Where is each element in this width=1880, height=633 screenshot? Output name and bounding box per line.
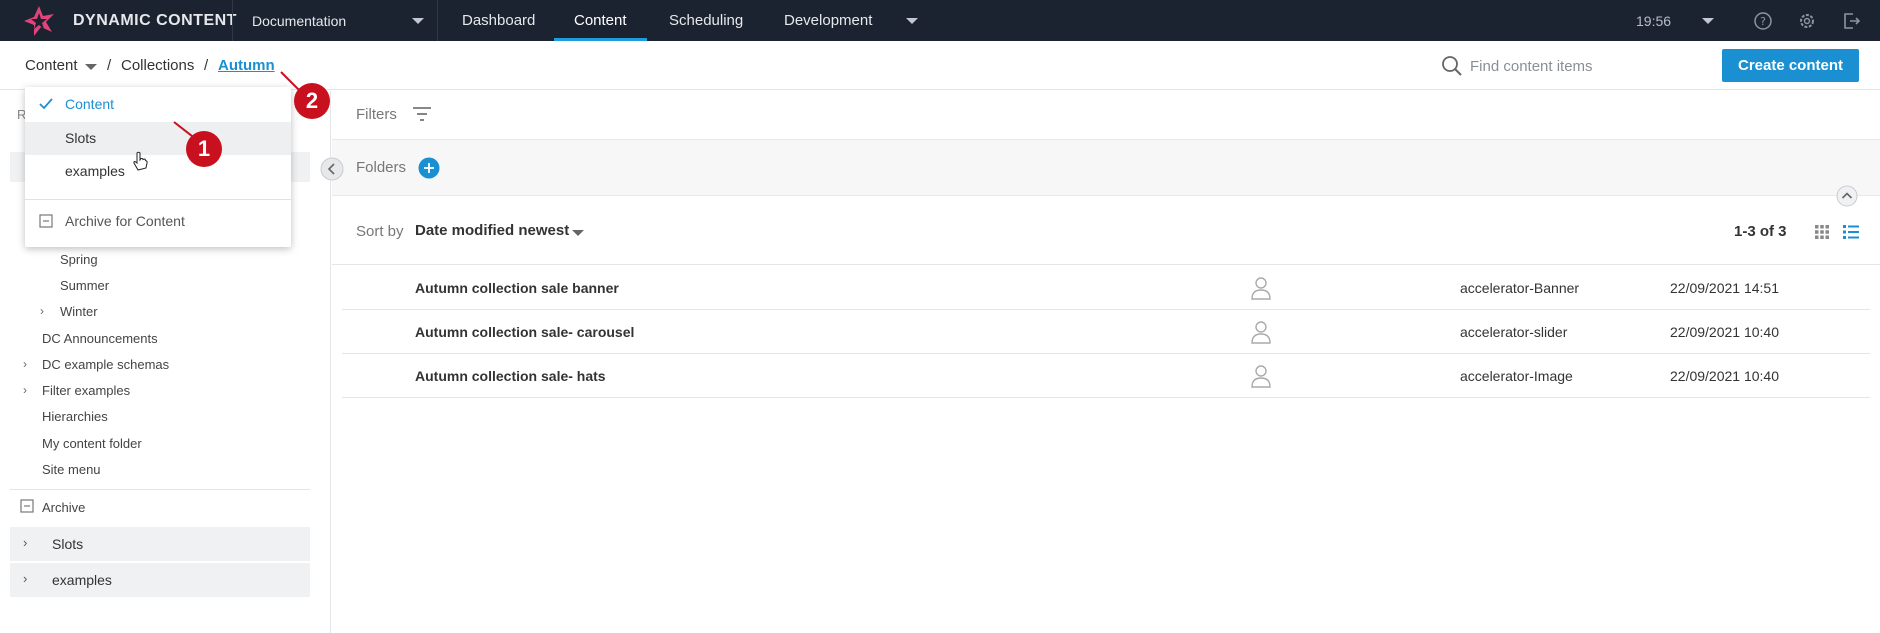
item-content-type: accelerator-slider: [1460, 324, 1568, 340]
nav-divider: [232, 0, 233, 41]
brand-name: DYNAMIC CONTENT: [73, 12, 237, 29]
nav-divider: [437, 0, 438, 41]
tab-development[interactable]: Development: [764, 0, 892, 41]
filters-label[interactable]: Filters: [356, 106, 397, 123]
chevron-right-icon: ›: [23, 571, 28, 586]
sidebar-item-archive[interactable]: Archive: [42, 500, 85, 515]
dynamic-content-logo-icon: [24, 6, 54, 36]
sort-by-label: Sort by: [356, 223, 404, 240]
user-avatar-icon: [1251, 321, 1271, 344]
tab-scheduling[interactable]: Scheduling: [649, 0, 763, 41]
collapse-sidebar-chevron-left-icon[interactable]: [320, 157, 344, 181]
chevron-right-icon[interactable]: ›: [23, 357, 27, 371]
sidebar-item-site-menu[interactable]: Site menu: [42, 462, 101, 477]
filter-bar: Filters: [332, 91, 1880, 139]
item-content-type: accelerator-Image: [1460, 368, 1573, 384]
settings-icon[interactable]: [1797, 11, 1817, 31]
breadcrumb-chevron-down-icon[interactable]: [85, 64, 97, 70]
folders-label: Folders: [356, 159, 407, 176]
top-nav-bar: DYNAMIC CONTENT Documentation Dashboard …: [0, 0, 1880, 41]
item-name[interactable]: Autumn collection sale- carousel: [415, 324, 634, 340]
sidebar-item-dc-example-schemas[interactable]: DC example schemas: [42, 357, 169, 372]
item-count: 1-3 of 3: [1734, 223, 1787, 240]
chevron-right-icon[interactable]: ›: [23, 383, 27, 397]
help-icon[interactable]: ?: [1753, 11, 1773, 31]
dropdown-item-examples[interactable]: examples: [25, 155, 291, 188]
create-content-button[interactable]: Create content: [1722, 49, 1859, 82]
sidebar-item-dc-announcements[interactable]: DC Announcements: [42, 331, 158, 346]
dropdown-item-content[interactable]: Content: [25, 88, 291, 121]
hand-cursor-icon: [133, 151, 148, 171]
sort-chevron-down-icon[interactable]: [572, 230, 584, 236]
annotation-marker-1: 1: [186, 131, 222, 167]
tab-dashboard[interactable]: Dashboard: [442, 0, 555, 41]
breadcrumb-separator: /: [204, 57, 209, 74]
folders-panel: Folders: [332, 139, 1880, 196]
dropdown-divider: [25, 199, 291, 200]
tab-content[interactable]: Content: [554, 0, 647, 41]
sidebar-item-spring[interactable]: Spring: [60, 252, 98, 267]
search-icon[interactable]: [1441, 55, 1463, 77]
archive-icon: [20, 499, 34, 513]
item-content-type: accelerator-Banner: [1460, 280, 1580, 296]
table-row[interactable]: Autumn collection sale- hats accelerator…: [342, 354, 1870, 398]
sidebar-item-summer[interactable]: Summer: [60, 278, 109, 293]
clock: 19:56: [1636, 13, 1672, 29]
sidebar-item-hierarchies[interactable]: Hierarchies: [42, 409, 108, 424]
chevron-right-icon[interactable]: ›: [40, 304, 44, 318]
item-name[interactable]: Autumn collection sale banner: [415, 280, 619, 296]
sort-bar: Sort by Date modified newest 1-3 of 3: [332, 197, 1880, 265]
grid-view-icon[interactable]: [1814, 224, 1830, 240]
add-folder-plus-icon[interactable]: [418, 157, 440, 179]
table-row[interactable]: Autumn collection sale- carousel acceler…: [342, 310, 1870, 354]
user-avatar-icon: [1251, 365, 1271, 388]
dropdown-item-archive[interactable]: Archive for Content: [25, 205, 291, 238]
item-name[interactable]: Autumn collection sale- hats: [415, 368, 606, 384]
hub-chevron-down-icon[interactable]: [412, 18, 424, 24]
logout-icon[interactable]: [1841, 11, 1861, 31]
sidebar-repository-examples[interactable]: › examples: [10, 563, 310, 597]
hub-selector-label[interactable]: Documentation: [252, 13, 346, 29]
table-row[interactable]: Autumn collection sale banner accelerato…: [342, 266, 1870, 310]
sidebar-item-winter[interactable]: Winter: [60, 304, 98, 319]
item-date-modified: 22/09/2021 14:51: [1670, 280, 1779, 296]
clock-chevron-down-icon[interactable]: [1702, 18, 1714, 24]
sidebar-repository-slots[interactable]: › Slots: [10, 527, 310, 561]
sidebar-repository-label: examples: [52, 572, 112, 588]
breadcrumb-root[interactable]: Content: [25, 57, 78, 74]
item-date-modified: 22/09/2021 10:40: [1670, 324, 1779, 340]
svg-text:?: ?: [1760, 15, 1766, 28]
dropdown-item-slots[interactable]: Slots: [25, 122, 291, 155]
sidebar-repository-label: Slots: [52, 536, 84, 552]
item-date-modified: 22/09/2021 10:40: [1670, 368, 1779, 384]
sidebar-divider: [10, 489, 310, 490]
sort-select[interactable]: Date modified newest: [415, 222, 569, 239]
breadcrumb-current[interactable]: Autumn: [218, 57, 275, 74]
breadcrumb-separator: /: [107, 57, 112, 74]
repository-dropdown: Content Slots examples Archive for Conte…: [25, 87, 291, 247]
annotation-marker-2: 2: [294, 83, 330, 119]
chevron-right-icon: ›: [23, 535, 28, 550]
list-view-icon[interactable]: [1842, 224, 1860, 240]
sidebar-item-filter-examples[interactable]: Filter examples: [42, 383, 130, 398]
development-chevron-down-icon[interactable]: [906, 18, 918, 24]
filter-icon[interactable]: [412, 106, 432, 122]
collapse-folders-chevron-up-icon[interactable]: [1836, 185, 1858, 207]
user-avatar-icon: [1251, 277, 1271, 300]
search-input[interactable]: [1470, 54, 1690, 78]
breadcrumb-collections[interactable]: Collections: [121, 57, 194, 74]
sidebar-item-my-content-folder[interactable]: My content folder: [42, 436, 142, 451]
